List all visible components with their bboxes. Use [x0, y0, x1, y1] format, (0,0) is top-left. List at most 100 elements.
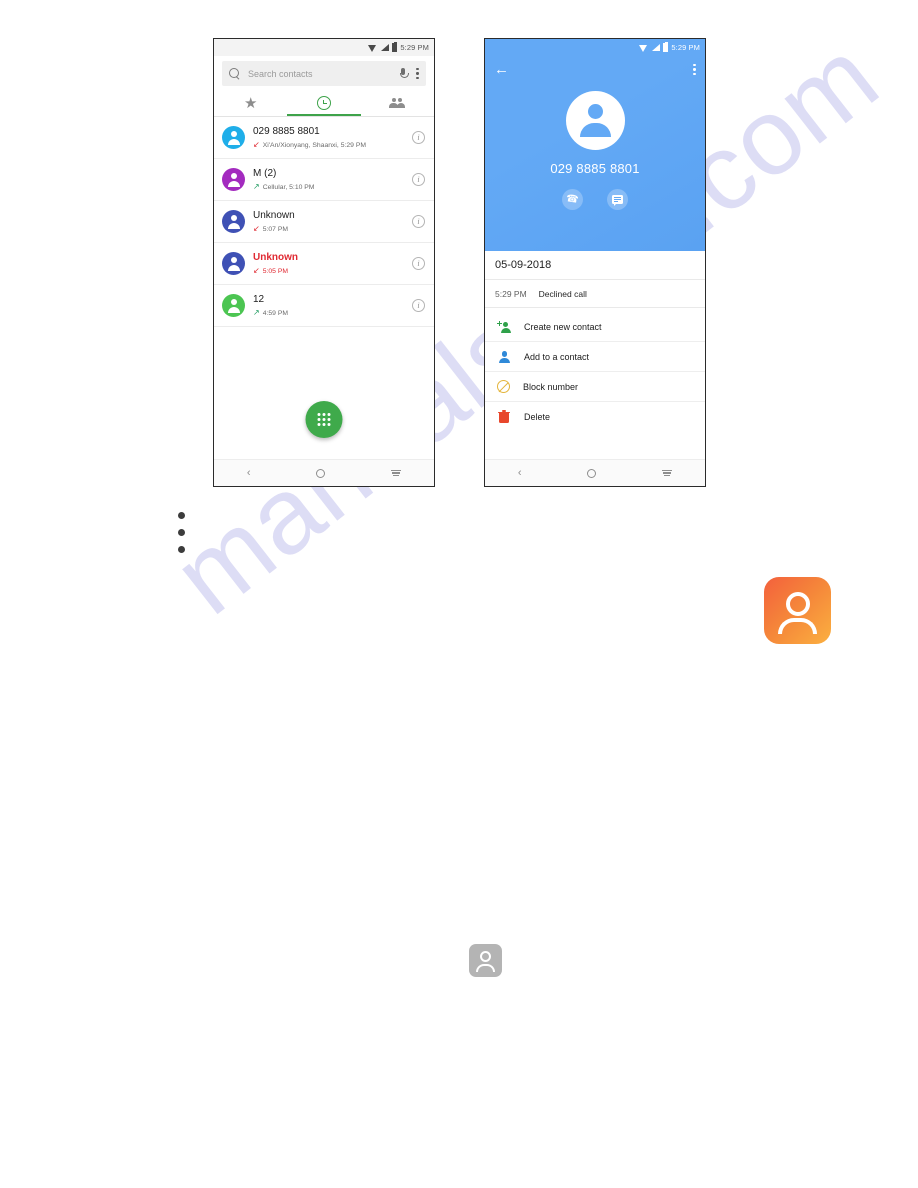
table-row[interactable]: 12 ↗ 4:59 PM i — [214, 285, 434, 327]
call-name: 12 — [253, 294, 265, 305]
call-entry-text: Unknown ↙ 5:05 PM — [253, 252, 404, 275]
android-nav-bar: ‹ — [214, 459, 434, 486]
info-icon[interactable]: i — [412, 215, 425, 228]
back-icon[interactable]: ‹ — [518, 467, 522, 479]
menu-item-label: Add to a contact — [524, 351, 590, 362]
person-head — [480, 951, 491, 962]
call-log-list: 029 8885 8801 ↙ Xi'An/Xionyang, Shaanxi,… — [214, 117, 434, 327]
header-action-buttons: ☎ — [485, 189, 705, 210]
home-icon[interactable] — [316, 468, 326, 478]
overflow-menu-icon[interactable] — [693, 63, 696, 76]
avatar — [222, 168, 245, 191]
call-detail: ↙ 5:05 PM — [253, 267, 404, 275]
call-entry-text: Unknown ↙ 5:07 PM — [253, 210, 404, 233]
home-icon[interactable] — [587, 468, 597, 478]
dialpad-icon — [317, 413, 331, 426]
status-bar-time: 5:29 PM — [400, 43, 429, 52]
outgoing-call-arrow-icon: ↗ — [253, 183, 260, 191]
call-entry-row[interactable]: 5:29 PM Declined call — [485, 280, 705, 308]
block-icon — [497, 380, 510, 393]
missed-call-arrow-icon: ↙ — [253, 267, 260, 275]
person-outline-icon — [764, 577, 831, 644]
call-action-menu: Create new contact Add to a contact Bloc… — [485, 308, 705, 432]
back-icon[interactable]: ‹ — [247, 467, 251, 479]
people-icon — [389, 97, 406, 109]
call-entry-type: Declined call — [538, 288, 587, 299]
contacts-app-icon — [764, 577, 831, 644]
status-bar: 5:29 PM — [485, 39, 705, 56]
contacts-app-icon — [469, 944, 502, 977]
call-detail-text: Xi'An/Xionyang, Shaanxi, 5:29 PM — [262, 141, 367, 149]
search-icon — [229, 68, 240, 79]
recents-icon[interactable] — [662, 469, 673, 477]
call-detail-text: 4:59 PM — [262, 309, 289, 317]
status-bar-time: 5:29 PM — [671, 43, 700, 52]
avatar — [222, 252, 245, 275]
battery-icon — [392, 41, 398, 52]
status-bar: 5:29 PM — [214, 39, 434, 56]
table-row[interactable]: M (2) ↗ Cellular, 5:10 PM i — [214, 159, 434, 201]
search-input-placeholder[interactable]: Search contacts — [248, 69, 390, 79]
avatar — [222, 294, 245, 317]
call-name: Unknown — [253, 210, 295, 221]
page-root: manualshive.com 5:29 PM Search contacts … — [0, 0, 918, 1188]
active-tab-indicator — [287, 114, 361, 116]
call-detail: ↙ Xi'An/Xionyang, Shaanxi, 5:29 PM — [253, 141, 404, 149]
menu-item-label: Delete — [524, 412, 551, 422]
avatar — [222, 210, 245, 233]
list-item — [178, 546, 185, 553]
call-detail-text: 5:07 PM — [262, 225, 289, 233]
call-detail-text: 5:05 PM — [262, 267, 289, 275]
clock-icon — [316, 96, 331, 110]
dialpad-fab-button[interactable] — [305, 401, 343, 438]
menu-item-block-number[interactable]: Block number — [485, 372, 705, 402]
search-bar[interactable]: Search contacts — [222, 61, 426, 86]
tab-contacts[interactable] — [361, 90, 434, 116]
trash-icon — [497, 410, 511, 424]
call-detail: ↗ 4:59 PM — [253, 309, 404, 317]
bullet-list — [178, 512, 185, 553]
info-icon[interactable]: i — [412, 131, 425, 144]
person-head — [785, 592, 810, 616]
table-row[interactable]: 029 8885 8801 ↙ Xi'An/Xionyang, Shaanxi,… — [214, 117, 434, 159]
call-date: 05-09-2018 — [485, 251, 705, 280]
call-name: Unknown — [253, 252, 298, 263]
call-detail: ↗ Cellular, 5:10 PM — [253, 183, 404, 191]
table-row[interactable]: Unknown ↙ 5:05 PM i — [214, 243, 434, 285]
call-name: 029 8885 8801 — [253, 126, 320, 137]
menu-item-delete[interactable]: Delete — [485, 402, 705, 432]
header-toolbar: ← — [485, 56, 705, 77]
info-icon[interactable]: i — [412, 299, 425, 312]
microphone-icon[interactable] — [398, 67, 409, 80]
message-icon — [612, 195, 623, 207]
info-icon[interactable]: i — [412, 257, 425, 270]
person-avatar-icon — [565, 91, 625, 150]
tab-favorites[interactable]: ★ — [214, 90, 287, 116]
call-entry-text: 12 ↗ 4:59 PM — [253, 294, 404, 317]
person-body — [476, 963, 495, 972]
overflow-menu-icon[interactable] — [416, 67, 419, 80]
signal-icon — [651, 43, 661, 52]
call-button[interactable]: ☎ — [562, 189, 583, 210]
outgoing-call-arrow-icon: ↗ — [253, 309, 260, 317]
menu-item-label: Block number — [523, 381, 579, 392]
table-row[interactable]: Unknown ↙ 5:07 PM i — [214, 201, 434, 243]
android-nav-bar: ‹ — [485, 459, 705, 486]
call-entry-text: 029 8885 8801 ↙ Xi'An/Xionyang, Shaanxi,… — [253, 126, 404, 149]
message-button[interactable] — [607, 189, 628, 210]
star-icon: ★ — [243, 94, 258, 112]
list-item — [178, 529, 185, 536]
phone-screenshot-call-details: 5:29 PM ← 029 8885 8801 ☎ 05-09-2018 5:2… — [484, 38, 706, 487]
person-outline-icon — [469, 944, 502, 977]
menu-item-create-new-contact[interactable]: Create new contact — [485, 312, 705, 342]
wifi-icon — [368, 44, 377, 52]
tab-recents[interactable] — [287, 90, 360, 116]
back-arrow-icon[interactable]: ← — [494, 62, 509, 77]
recents-icon[interactable] — [391, 469, 402, 477]
info-icon[interactable]: i — [412, 173, 425, 186]
tab-bar: ★ — [214, 90, 434, 116]
call-entry-time: 5:29 PM — [495, 288, 527, 299]
person-add-icon — [497, 320, 511, 334]
call-entry-text: M (2) ↗ Cellular, 5:10 PM — [253, 168, 404, 191]
menu-item-add-to-a-contact[interactable]: Add to a contact — [485, 342, 705, 372]
